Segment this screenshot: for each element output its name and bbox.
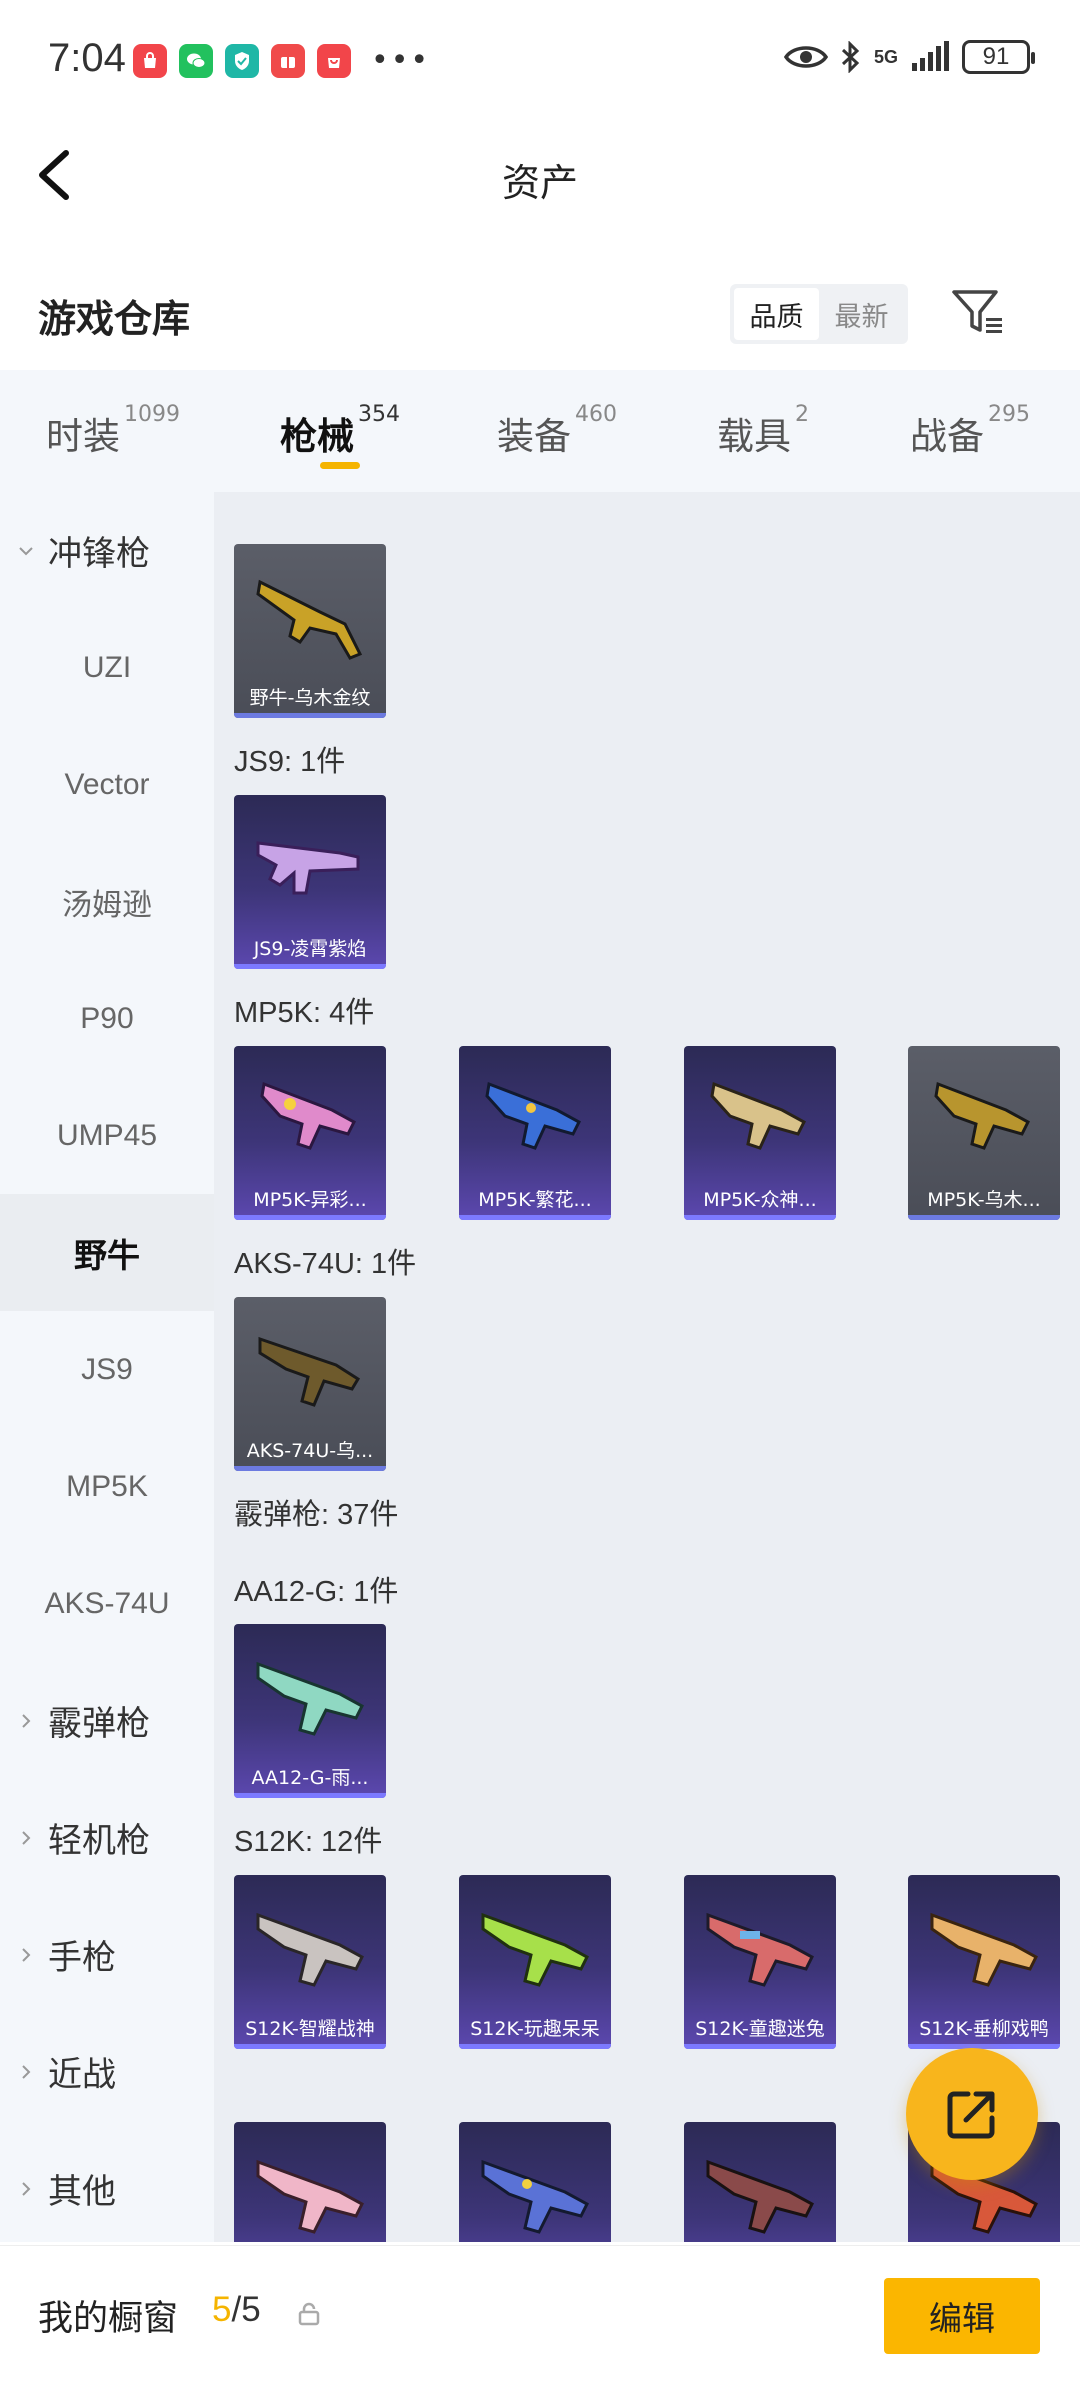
sidebar-item-thompson[interactable]: 汤姆逊 (0, 843, 214, 960)
weapon-card[interactable]: JS9-凌霄紫焰 (234, 795, 386, 969)
section-label-mp5k: MP5K: 4件 (234, 997, 375, 1029)
warehouse-header: 游戏仓库 品质 最新 (0, 260, 1080, 370)
gun-skin-icon (256, 841, 360, 895)
tab-supplies[interactable]: 战备295 (910, 402, 1030, 460)
weapon-card[interactable]: 野牛-乌木金纹 (234, 544, 386, 718)
gun-skin-icon (258, 1336, 361, 1407)
bluetooth-icon (841, 41, 860, 73)
sidebar-item-aks74u[interactable]: AKS-74U (0, 1545, 214, 1662)
signal-icon (912, 41, 949, 71)
tab-vehicles[interactable]: 载具2 (717, 402, 809, 460)
chevron-right-icon (22, 1830, 31, 1845)
status-bar: 7:04 ••• 5G 91 (0, 0, 1080, 125)
more-notifications-icon: ••• (371, 43, 431, 78)
gun-skin-icon (710, 1081, 806, 1150)
status-time: 7:04 (48, 36, 126, 80)
lock-icon (298, 2302, 320, 2326)
filter-icon (952, 290, 1002, 333)
tab-equipment[interactable]: 装备460 (497, 402, 617, 460)
showcase-label: 我的橱窗 (38, 2299, 179, 2339)
battery-indicator: 91 (962, 40, 1035, 74)
gun-skin-icon (934, 1081, 1030, 1150)
section-label-shotgun: 霰弹枪: 37件 (234, 1499, 399, 1531)
weapon-card[interactable]: MP5K-众神... (684, 1046, 836, 1220)
weapon-card[interactable]: MP5K-异彩... (234, 1046, 386, 1220)
sidebar-group-melee[interactable]: 近战 (0, 2013, 214, 2130)
chevron-down-icon (19, 546, 33, 555)
sidebar-group-lmg[interactable]: 轻机枪 (0, 1779, 214, 1896)
sidebar-item-ump45[interactable]: UMP45 (0, 1077, 214, 1194)
section-label-s12k: S12K: 12件 (234, 1826, 383, 1858)
weapon-card[interactable]: AKS-74U-乌... (234, 1297, 386, 1471)
eye-icon (783, 46, 828, 68)
shopping-bag-icon (317, 44, 351, 78)
active-tab-indicator (320, 462, 360, 469)
share-button[interactable] (906, 2048, 1038, 2180)
sidebar-item-uzi[interactable]: UZI (0, 609, 214, 726)
edit-button[interactable]: 编辑 (884, 2278, 1040, 2354)
sidebar-item-js9[interactable]: JS9 (0, 1311, 214, 1428)
share-icon (947, 2091, 995, 2139)
sidebar-group-other[interactable]: 其他 (0, 2130, 214, 2247)
gun-skin-icon (485, 1081, 581, 1150)
chevron-right-icon (22, 1713, 31, 1728)
sidebar-item-vector[interactable]: Vector (0, 726, 214, 843)
chevron-right-icon (22, 1947, 31, 1962)
sort-toggle: 品质 最新 (730, 284, 908, 344)
page-title: 资产 (501, 161, 578, 205)
weapon-grid: 野牛-乌木金纹 JS9: 1件 JS9-凌霄紫焰 MP5K: 4件 MP5K-异… (214, 492, 1080, 2242)
sidebar-group-smg[interactable]: 冲锋枪 (0, 492, 214, 609)
notification-icons: ••• (133, 44, 430, 78)
filter-button[interactable] (948, 282, 1008, 342)
weapon-card[interactable]: AA12-G-雨... (234, 1624, 386, 1798)
warehouse-title: 游戏仓库 (38, 297, 191, 341)
tab-fashion[interactable]: 时装1099 (46, 402, 180, 460)
gun-skin-icon (706, 1912, 814, 1987)
weapon-card[interactable]: S12K-智耀战神 (234, 1875, 386, 2049)
showcase-count: 5/5 (212, 2290, 261, 2329)
weapon-card[interactable]: MP5K-乌木... (908, 1046, 1060, 1220)
sidebar-item-mp5k[interactable]: MP5K (0, 1428, 214, 1545)
gun-skin-icon (256, 1912, 364, 1987)
sidebar-item-bison[interactable]: 野牛 (0, 1194, 214, 1311)
gun-skin-icon (256, 579, 363, 660)
sidebar-group-pistol[interactable]: 手枪 (0, 1896, 214, 2013)
chevron-right-icon (22, 2181, 31, 2196)
weapon-card[interactable] (234, 2122, 386, 2242)
weapon-card[interactable]: S12K-垂柳戏鸭 (908, 1875, 1060, 2049)
wechat-icon (179, 44, 213, 78)
gun-skin-icon (256, 2159, 364, 2234)
weapon-category-sidebar: 冲锋枪 UZI Vector 汤姆逊 P90 UMP45 野牛 JS9 MP5K… (0, 492, 214, 2242)
shopping-app-icon (133, 44, 167, 78)
weapon-card[interactable]: S12K-玩趣呆呆 (459, 1875, 611, 2049)
security-app-icon (225, 44, 259, 78)
sort-newest-button[interactable]: 最新 (819, 288, 904, 340)
sort-quality-button[interactable]: 品质 (734, 288, 819, 340)
weapon-card[interactable]: S12K-童趣迷兔 (684, 1875, 836, 2049)
system-icons: 5G 91 (783, 40, 1035, 74)
weapon-card[interactable] (684, 2122, 836, 2242)
sidebar-group-shotgun[interactable]: 霰弹枪 (0, 1662, 214, 1779)
weapon-card[interactable]: MP5K-繁花... (459, 1046, 611, 1220)
gift-app-icon (271, 44, 305, 78)
gun-skin-icon (930, 1912, 1038, 1987)
section-label-aa12: AA12-G: 1件 (234, 1576, 399, 1608)
sidebar-item-p90[interactable]: P90 (0, 960, 214, 1077)
chevron-right-icon (22, 2064, 31, 2079)
showcase-bar: 我的橱窗 5/5 编辑 (0, 2245, 1080, 2381)
app-header: 资产 (0, 125, 1080, 230)
gun-skin-icon (481, 2159, 589, 2234)
gun-skin-icon (256, 1661, 364, 1736)
gun-skin-icon (260, 1081, 356, 1150)
category-tabs: 时装1099 枪械354 装备460 载具2 战备295 (0, 370, 1080, 492)
gun-skin-icon (706, 2159, 814, 2234)
section-label-js9: JS9: 1件 (234, 746, 346, 778)
tab-guns[interactable]: 枪械354 (280, 402, 400, 460)
section-label-aks74u: AKS-74U: 1件 (234, 1248, 417, 1280)
network-type: 5G (873, 47, 898, 67)
gun-skin-icon (481, 1912, 589, 1987)
weapon-card[interactable] (459, 2122, 611, 2242)
